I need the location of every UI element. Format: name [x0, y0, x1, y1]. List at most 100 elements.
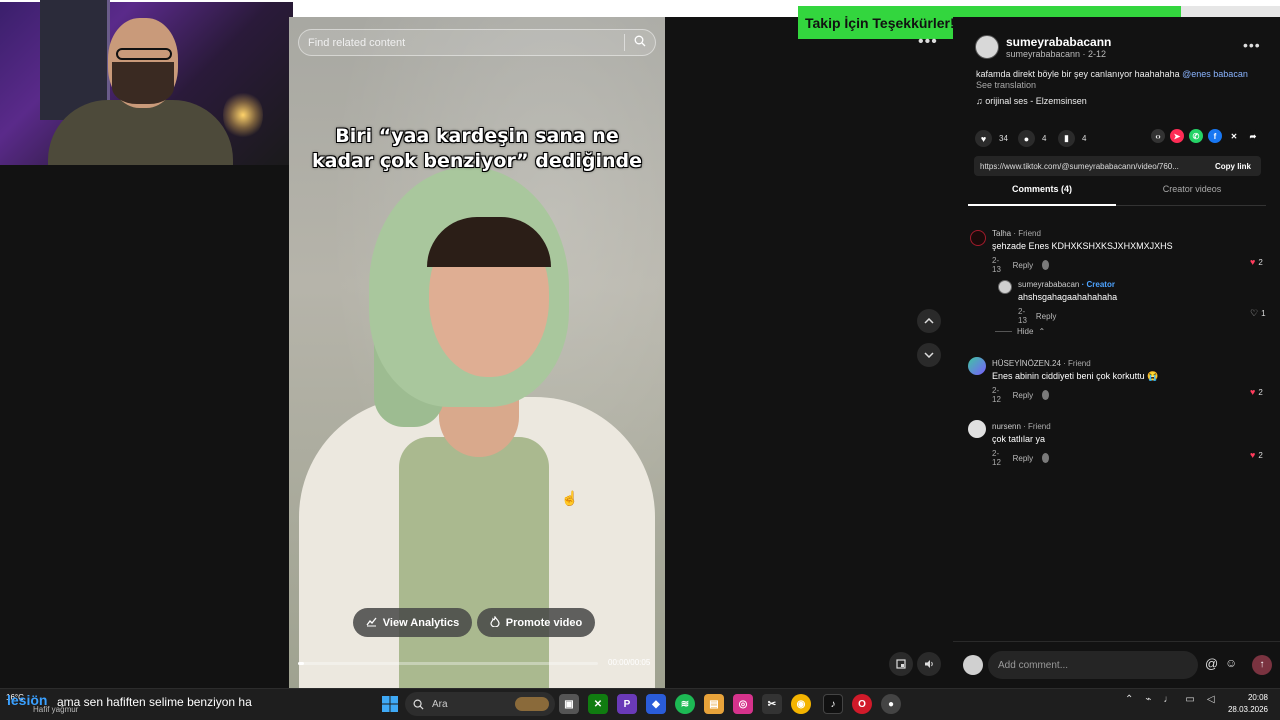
embed-icon[interactable]: ‹›	[1151, 129, 1165, 143]
reply-avatar[interactable]	[998, 280, 1012, 294]
reply-button[interactable]: Reply	[1013, 454, 1033, 463]
author-avatar[interactable]	[975, 35, 999, 59]
system-tray: ⌃ ⌁ ♩ ▭ ◁	[1125, 694, 1215, 705]
hide-label: Hide	[1017, 327, 1034, 336]
share-arrow-icon[interactable]: ➦	[1246, 129, 1260, 143]
more-options-icon[interactable]: •••	[918, 33, 938, 51]
comment-like[interactable]: ♥ 2	[1250, 257, 1263, 267]
related-search-placeholder[interactable]: Find related content	[299, 37, 624, 49]
video-player[interactable]	[289, 17, 665, 688]
video-progress-bar[interactable]	[298, 662, 598, 665]
reply-like[interactable]: ♡ 1	[1250, 308, 1266, 319]
creator-liked-icon	[1042, 453, 1050, 463]
comment-like[interactable]: ♥ 2	[1250, 387, 1263, 397]
previous-video-button[interactable]	[917, 309, 941, 333]
display-icon[interactable]: ▭	[1185, 694, 1194, 705]
reply-author[interactable]: sumeyrababacan	[1018, 280, 1079, 289]
facebook-icon[interactable]: f	[1208, 129, 1222, 143]
bookmark-icon[interactable]: ▮	[1058, 130, 1075, 147]
heart-filled-icon[interactable]: ♥	[1250, 257, 1255, 267]
reply-button[interactable]: Reply	[1013, 261, 1033, 270]
post-more-icon[interactable]: •••	[1243, 37, 1261, 53]
author-handle-date: sumeyrababacann · 2-12	[1006, 49, 1107, 59]
heart-filled-icon[interactable]: ♥	[1250, 450, 1255, 460]
tiktok-icon[interactable]: ♪	[823, 694, 843, 714]
screen: Takip İçin Teşekkürler!!! 159 200 Find r…	[0, 0, 1280, 720]
heart-outline-icon[interactable]: ♡	[1250, 308, 1258, 319]
comment-author[interactable]: HÜSEYİNÖZEN.24	[992, 359, 1061, 368]
chrome-icon[interactable]: ◉	[791, 694, 811, 714]
comment-author[interactable]: nursenn	[992, 422, 1021, 431]
capcut-icon[interactable]: ✂	[762, 694, 782, 714]
speaker-icon[interactable]: ◁	[1207, 694, 1215, 705]
view-analytics-label: View Analytics	[382, 616, 460, 629]
comment-input[interactable]	[988, 651, 1198, 679]
post-mention-link[interactable]: @enes babacan	[1182, 69, 1248, 79]
search-icon[interactable]	[625, 35, 655, 50]
chevron-up-icon: ⌃	[1038, 327, 1046, 336]
instagram-icon[interactable]: ◎	[733, 694, 753, 714]
post-description-text: kafamda direkt böyle bir şey canlanıyor …	[976, 69, 1183, 79]
webcam-person-body	[48, 100, 233, 165]
spotify-icon[interactable]: ≋	[675, 694, 695, 714]
comment-count: 4	[1042, 134, 1047, 143]
reply-like-count: 1	[1261, 309, 1266, 318]
comment-avatar[interactable]	[968, 420, 986, 438]
comment-tag: · Friend	[1011, 229, 1041, 238]
comment-stat[interactable]: ● 4	[1018, 130, 1046, 147]
webcam-fairy-lights	[223, 90, 263, 140]
heart-filled-icon[interactable]: ♥	[1250, 387, 1255, 397]
view-analytics-button[interactable]: View Analytics	[353, 608, 472, 637]
reply-meta: sumeyrababacan · Creator	[1018, 280, 1115, 289]
comment-like[interactable]: ♥ 2	[1250, 450, 1263, 460]
like-stat[interactable]: ♥ 34	[975, 130, 1008, 147]
promote-video-button[interactable]: Promote video	[477, 608, 595, 637]
reply-button[interactable]: Reply	[1013, 391, 1033, 400]
browser-top-strip	[293, 0, 798, 17]
copilot-icon[interactable]: ◆	[646, 694, 666, 714]
comment-avatar[interactable]	[970, 230, 986, 246]
taskbar-search[interactable]: Ara	[405, 692, 555, 716]
taskbar-clock[interactable]: 20:08 28.03.2026	[1226, 692, 1268, 716]
related-search-bar[interactable]: Find related content	[298, 29, 656, 56]
floating-player-button[interactable]	[889, 652, 913, 676]
save-stat[interactable]: ▮ 4	[1058, 130, 1086, 147]
my-avatar	[963, 655, 983, 675]
author-name[interactable]: sumeyrababacann	[1006, 35, 1111, 49]
network-icon[interactable]: ⌁	[1145, 694, 1151, 705]
comment-date: 2-12	[992, 449, 1001, 467]
see-translation-link[interactable]: See translation	[976, 80, 1036, 90]
windows-start-icon[interactable]	[380, 694, 400, 714]
emoji-icon[interactable]: ☺	[1225, 656, 1237, 670]
heart-icon[interactable]: ♥	[975, 130, 992, 147]
xbox-icon[interactable]: ✕	[588, 694, 608, 714]
reply-date: 2-13	[1018, 307, 1027, 325]
reply-text: ahshsgahagaahahahaha	[1018, 292, 1118, 302]
premiere-app-icon[interactable]: P	[617, 694, 637, 714]
video-link-url[interactable]: https://www.tiktok.com/@sumeyrababacann/…	[974, 162, 1205, 171]
store-icon[interactable]: ▤	[704, 694, 724, 714]
copy-link-button[interactable]: Copy link	[1205, 162, 1261, 171]
next-video-button[interactable]	[917, 343, 941, 367]
tab-creator-videos[interactable]: Creator videos	[1118, 184, 1266, 206]
reply-button[interactable]: Reply	[1036, 312, 1056, 321]
microphone-icon[interactable]: ♩	[1163, 694, 1173, 705]
comment-bubble-icon[interactable]: ●	[1018, 130, 1035, 147]
comments-panel	[953, 17, 1280, 688]
x-icon[interactable]: ✕	[1227, 129, 1241, 143]
hide-replies-button[interactable]: Hide ⌃	[995, 327, 1045, 336]
send-icon[interactable]: ↑	[1252, 655, 1272, 675]
comment-avatar[interactable]	[968, 357, 986, 375]
mention-icon[interactable]: @	[1205, 656, 1218, 671]
task-view-icon[interactable]: ▣	[559, 694, 579, 714]
tab-comments[interactable]: Comments (4)	[968, 184, 1116, 206]
obs-icon[interactable]: ●	[881, 694, 901, 714]
whatsapp-icon[interactable]: ✆	[1189, 129, 1203, 143]
chevron-up-icon[interactable]: ⌃	[1125, 694, 1133, 705]
comment-author[interactable]: Talha	[992, 229, 1011, 238]
webcam-person-glasses	[116, 48, 172, 60]
opera-icon[interactable]: O	[852, 694, 872, 714]
repost-icon[interactable]: ➤	[1170, 129, 1184, 143]
volume-button[interactable]	[917, 652, 941, 676]
post-music[interactable]: ♫ orijinal ses - Elzemsinsen	[976, 96, 1087, 106]
